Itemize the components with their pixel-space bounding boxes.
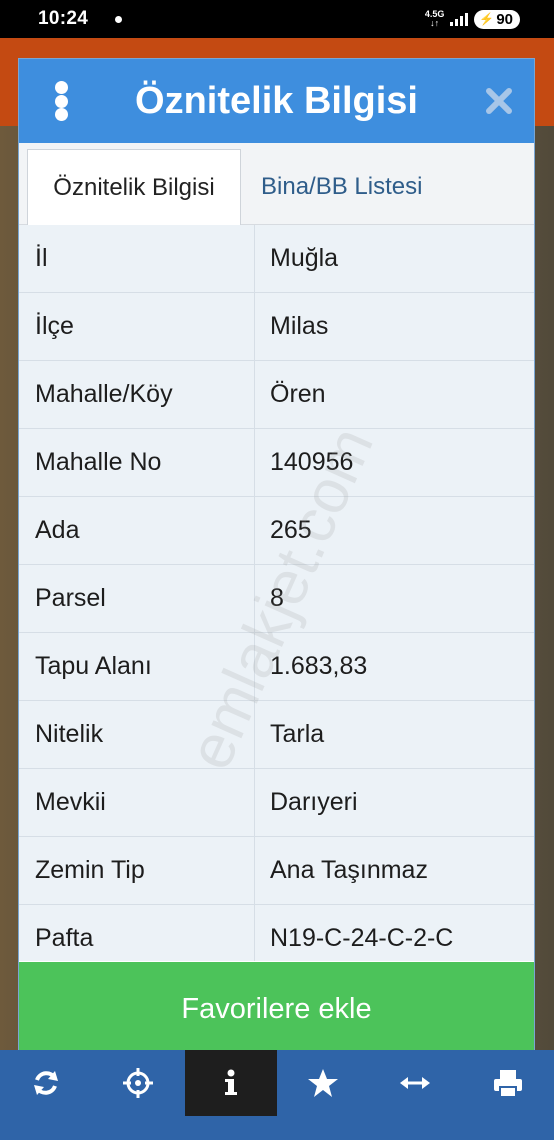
info-button[interactable]: [184, 1050, 277, 1116]
row-key: İlçe: [19, 293, 255, 360]
table-row: Parsel 8: [19, 565, 534, 633]
row-value: 8: [270, 584, 284, 612]
row-value: 1.683,83: [270, 652, 368, 680]
attribute-info-dialog: Öznitelik Bilgisi Öznitelik Bilgisi Bina…: [18, 58, 535, 1057]
attribute-table[interactable]: İl Muğla İlçe Milas Mahalle/Köy Ören Mah…: [19, 225, 534, 961]
row-key: Ada: [19, 497, 255, 564]
locate-button[interactable]: [92, 1050, 184, 1116]
table-row: Pafta N19-C-24-C-2-C: [19, 905, 534, 961]
bottom-strip: [0, 1116, 554, 1140]
notification-dot-icon: [114, 16, 122, 24]
crosshair-icon: [123, 1068, 154, 1098]
row-value: N19-C-24-C-2-C: [270, 924, 454, 952]
table-row: Mahalle No 140956: [19, 429, 534, 497]
table-row: Mahalle/Köy Ören: [19, 361, 534, 429]
data-arrows-icon: ↓↑: [430, 18, 440, 28]
status-left: 10:24: [38, 8, 122, 30]
row-value: Ana Taşınmaz: [270, 856, 428, 884]
row-value: Darıyeri: [270, 788, 358, 816]
more-vertical-icon[interactable]: [53, 81, 69, 121]
row-key: Zemin Tip: [19, 837, 255, 904]
row-key: Parsel: [19, 565, 255, 632]
row-key: Mahalle No: [19, 429, 255, 496]
table-row: Zemin Tip Ana Taşınmaz: [19, 837, 534, 905]
measure-button[interactable]: [369, 1050, 461, 1116]
refresh-icon: [34, 1071, 59, 1095]
signal-icon: [450, 12, 469, 26]
tab-attribute-info[interactable]: Öznitelik Bilgisi: [27, 149, 241, 225]
info-icon: [224, 1069, 237, 1095]
refresh-button[interactable]: [0, 1050, 92, 1116]
star-icon: [308, 1069, 339, 1097]
row-key: Pafta: [19, 905, 255, 961]
row-value: Milas: [270, 312, 329, 340]
add-to-favorites-button[interactable]: Favorilere ekle: [19, 962, 534, 1057]
dialog-header: Öznitelik Bilgisi: [19, 59, 534, 143]
battery-indicator: ⚡ 90: [474, 9, 520, 29]
dialog-title: Öznitelik Bilgisi: [135, 79, 418, 122]
table-row: Nitelik Tarla: [19, 701, 534, 769]
status-bar: 10:24 4.5G ↓↑ ⚡ 90: [0, 0, 554, 38]
table-row: İl Muğla: [19, 225, 534, 293]
status-right: 4.5G ↓↑ ⚡ 90: [425, 9, 520, 29]
table-row: Tapu Alanı 1.683,83: [19, 633, 534, 701]
row-key: İl: [19, 225, 255, 292]
row-key: Mevkii: [19, 769, 255, 836]
tab-bar: Öznitelik Bilgisi Bina/BB Listesi: [19, 143, 534, 225]
table-row: Mevkii Darıyeri: [19, 769, 534, 837]
row-value: Ören: [270, 380, 326, 408]
row-value: 140956: [270, 448, 354, 476]
print-icon: [493, 1070, 522, 1098]
resize-horizontal-icon: [400, 1077, 431, 1089]
bottom-toolbar: [0, 1050, 554, 1116]
row-value: Muğla: [270, 244, 339, 272]
favorites-button[interactable]: [277, 1050, 369, 1116]
row-key: Tapu Alanı: [19, 633, 255, 700]
print-button[interactable]: [462, 1050, 554, 1116]
charging-bolt-icon: ⚡: [479, 12, 495, 26]
status-time: 10:24: [38, 8, 89, 29]
row-key: Nitelik: [19, 701, 255, 768]
table-row: Ada 265: [19, 497, 534, 565]
network-type: 4.5G ↓↑: [425, 10, 445, 28]
row-value: Tarla: [270, 720, 325, 748]
tab-building-list[interactable]: Bina/BB Listesi: [241, 149, 438, 225]
row-value: 265: [270, 516, 312, 544]
row-key: Mahalle/Köy: [19, 361, 255, 428]
close-icon[interactable]: [484, 86, 514, 116]
table-row: İlçe Milas: [19, 293, 534, 361]
battery-level: 90: [496, 10, 513, 28]
